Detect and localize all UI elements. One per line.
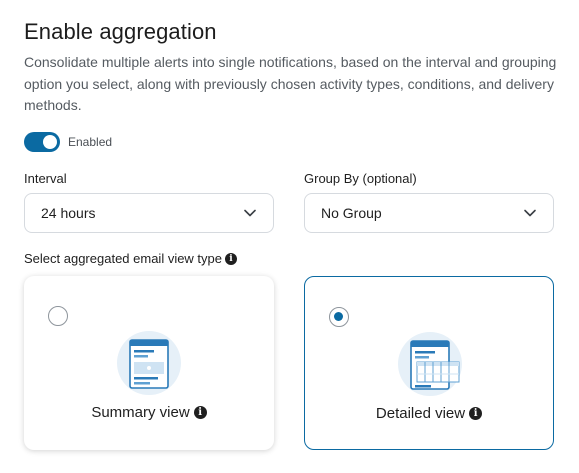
page-title: Enable aggregation bbox=[24, 19, 217, 44]
group-by-value: No Group bbox=[321, 205, 382, 221]
toggle-knob bbox=[43, 135, 57, 149]
summary-view-label-text: Summary view bbox=[91, 404, 190, 421]
summary-view-radio[interactable] bbox=[48, 306, 68, 326]
view-type-label-text: Select aggregated email view type bbox=[24, 251, 223, 266]
description-text: Consolidate multiple alerts into single … bbox=[24, 54, 557, 113]
summary-view-card[interactable]: Summary view i bbox=[24, 276, 274, 450]
chevron-down-icon bbox=[244, 209, 256, 217]
enable-toggle-row: Enabled bbox=[24, 132, 112, 152]
info-icon[interactable]: i bbox=[193, 406, 207, 419]
detailed-view-label: Detailed view i bbox=[305, 405, 553, 422]
interval-select[interactable]: 24 hours bbox=[24, 193, 274, 233]
radio-selected-dot bbox=[334, 312, 343, 321]
chevron-down-icon bbox=[524, 209, 536, 217]
interval-value: 24 hours bbox=[41, 205, 96, 221]
aggregation-settings-panel: Enable aggregation Consolidate multiple … bbox=[0, 0, 579, 473]
toggle-label: Enabled bbox=[68, 135, 113, 149]
detailed-view-label-text: Detailed view bbox=[375, 405, 466, 422]
info-icon[interactable]: i bbox=[469, 407, 483, 420]
interval-label: Interval bbox=[24, 171, 67, 186]
group-by-select[interactable]: No Group bbox=[304, 193, 554, 233]
group-by-label: Group By (optional) bbox=[304, 171, 417, 186]
summary-view-label: Summary view i bbox=[24, 404, 274, 421]
info-icon[interactable]: i bbox=[225, 252, 238, 265]
detailed-view-radio[interactable] bbox=[329, 307, 349, 327]
detailed-view-card[interactable]: Detailed view i bbox=[304, 276, 554, 450]
enabled-toggle[interactable] bbox=[24, 132, 60, 152]
detailed-view-icon bbox=[398, 332, 462, 396]
view-type-label: Select aggregated email view type i bbox=[24, 251, 238, 266]
summary-view-icon bbox=[117, 331, 181, 395]
